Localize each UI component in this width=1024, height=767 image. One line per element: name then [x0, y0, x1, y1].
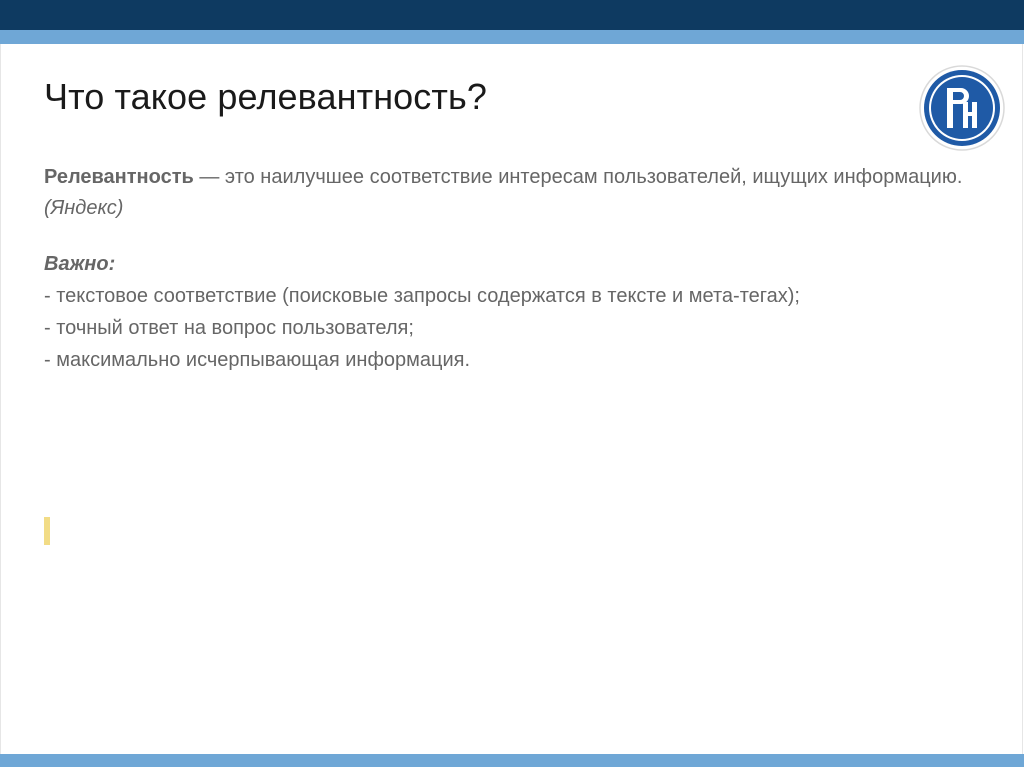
hse-logo-icon [918, 64, 1006, 152]
definition-source: (Яндекс) [44, 197, 124, 219]
footer-bar [0, 754, 1024, 767]
slide: Что такое релевантность? Релевантность —… [0, 0, 1024, 767]
important-item: - максимально исчерпывающая информация. [44, 349, 471, 371]
important-label: Важно: [44, 253, 116, 275]
important-item: - точный ответ на вопрос пользователя; [44, 317, 414, 339]
definition-term: Релевантность [44, 166, 194, 188]
header-bar-dark [0, 0, 1024, 30]
slide-frame [0, 44, 1023, 754]
important-section: Важно: - текстовое соответствие (поисков… [44, 248, 984, 376]
important-item: - текстовое соответствие (поисковые запр… [44, 285, 800, 307]
header-bar-light [0, 30, 1024, 44]
definition-paragraph: Релевантность — это наилучшее соответств… [44, 162, 964, 224]
text-placeholder-marker [44, 517, 50, 545]
slide-title: Что такое релевантность? [44, 76, 487, 117]
definition-text: — это наилучшее соответствие интересам п… [193, 166, 963, 188]
